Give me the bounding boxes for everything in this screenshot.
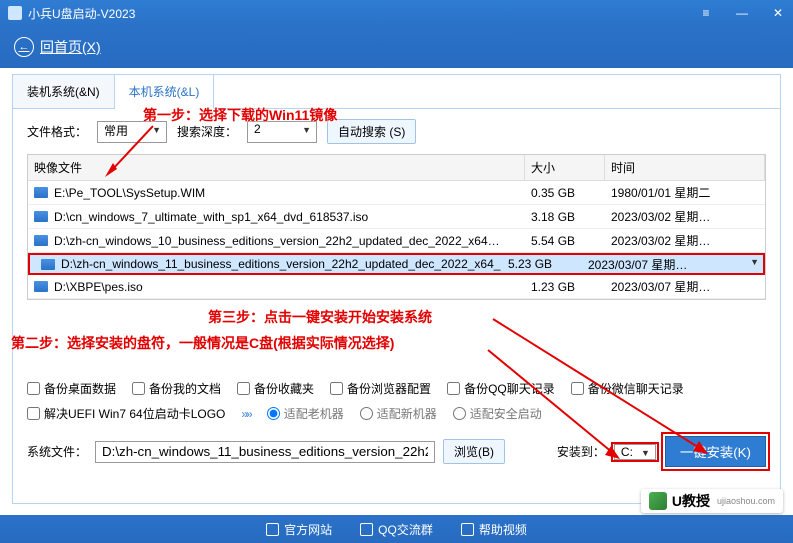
settings-icon[interactable]: ≡ xyxy=(699,6,713,20)
browse-button[interactable]: 浏览(B) xyxy=(443,439,505,464)
watermark-icon xyxy=(649,492,667,510)
chk-backup-fav[interactable]: 备份收藏夹 xyxy=(237,380,314,397)
disk-icon xyxy=(41,259,55,270)
annotation-step2: 第二步：选择安装的盘符，一般情况是C盘(根据实际情况选择) xyxy=(11,333,394,353)
watermark: U教授 ujiaoshou.com xyxy=(641,489,783,513)
tab-local-system[interactable]: 本机系统(&L) xyxy=(115,75,215,109)
disk-icon xyxy=(34,235,48,246)
filter-row: 文件格式： 常用 搜索深度： 2 自动搜索 (S) xyxy=(13,109,780,154)
depth-label: 搜索深度： xyxy=(177,123,237,140)
table-header: 映像文件 大小 时间 xyxy=(28,155,765,181)
footer-bar: 官方网站 QQ交流群 帮助视频 xyxy=(0,515,793,543)
footer-help-video[interactable]: 帮助视频 xyxy=(461,521,527,538)
col-size: 大小 xyxy=(525,155,605,180)
footer-qq-group[interactable]: QQ交流群 xyxy=(360,521,433,538)
footer-website[interactable]: 官方网站 xyxy=(266,521,332,538)
sysfile-input[interactable] xyxy=(95,441,435,463)
col-time: 时间 xyxy=(605,155,765,180)
format-select[interactable]: 常用 xyxy=(97,121,167,143)
install-button[interactable]: 一键安装(K) xyxy=(665,436,766,467)
image-table: 映像文件 大小 时间 E:\Pe_TOOL\SysSetup.WIM 0.35 … xyxy=(27,154,766,300)
table-row[interactable]: E:\Pe_TOOL\SysSetup.WIM 0.35 GB 1980/01/… xyxy=(28,181,765,205)
format-label: 文件格式： xyxy=(27,123,87,140)
radio-new-machine[interactable]: 适配新机器 xyxy=(360,405,437,422)
disk-icon xyxy=(34,187,48,198)
radio-secure-boot[interactable]: 适配安全启动 xyxy=(453,405,542,422)
window-titlebar: 小兵U盘启动-V2023 ≡ — ✕ xyxy=(0,0,793,26)
table-row-selected[interactable]: D:\zh-cn_windows_11_business_editions_ve… xyxy=(28,253,765,275)
tab-install-system[interactable]: 装机系统(&N) xyxy=(13,75,115,108)
drive-select[interactable]: C: xyxy=(614,444,656,460)
video-icon xyxy=(461,523,474,536)
table-row[interactable]: D:\XBPE\pes.iso 1.23 GB 2023/03/07 星期… xyxy=(28,275,765,299)
main-panel: 装机系统(&N) 本机系统(&L) 第一步：选择下载的Win11镜像 文件格式：… xyxy=(12,74,781,504)
chk-backup-docs[interactable]: 备份我的文档 xyxy=(132,380,221,397)
chk-backup-qq[interactable]: 备份QQ聊天记录 xyxy=(447,380,555,397)
options-area: 备份桌面数据 备份我的文档 备份收藏夹 备份浏览器配置 备份QQ聊天记录 备份微… xyxy=(13,370,780,436)
annotation-step3: 第三步：点击一键安装开始安装系统 xyxy=(208,307,432,327)
tab-strip: 装机系统(&N) 本机系统(&L) xyxy=(13,75,780,109)
col-image-file: 映像文件 xyxy=(28,155,525,180)
table-row[interactable]: D:\cn_windows_7_ultimate_with_sp1_x64_dv… xyxy=(28,205,765,229)
minimize-icon[interactable]: — xyxy=(735,6,749,20)
chk-uefi-fix[interactable]: 解决UEFI Win7 64位启动卡LOGO xyxy=(27,405,225,422)
chk-backup-wechat[interactable]: 备份微信聊天记录 xyxy=(571,380,684,397)
chevron-right-icon: »» xyxy=(241,407,250,421)
table-row[interactable]: D:\zh-cn_windows_10_business_editions_ve… xyxy=(28,229,765,253)
close-icon[interactable]: ✕ xyxy=(771,6,785,20)
app-icon xyxy=(8,6,22,20)
back-home-link[interactable]: ← 回首页(X) xyxy=(14,37,101,57)
window-title: 小兵U盘启动-V2023 xyxy=(28,5,135,22)
disk-icon xyxy=(34,211,48,222)
chk-backup-desktop[interactable]: 备份桌面数据 xyxy=(27,380,116,397)
radio-old-machine[interactable]: 适配老机器 xyxy=(267,405,344,422)
install-to-label: 安装到： xyxy=(557,443,605,460)
sysfile-label: 系统文件： xyxy=(27,443,87,460)
qq-icon xyxy=(360,523,373,536)
auto-search-button[interactable]: 自动搜索 (S) xyxy=(327,119,416,144)
back-label: 回首页(X) xyxy=(40,37,101,57)
toolbar: ← 回首页(X) xyxy=(0,26,793,68)
back-arrow-icon: ← xyxy=(14,37,34,57)
depth-select[interactable]: 2 xyxy=(247,121,317,143)
globe-icon xyxy=(266,523,279,536)
disk-icon xyxy=(34,281,48,292)
chk-backup-browser[interactable]: 备份浏览器配置 xyxy=(330,380,431,397)
action-row: 系统文件： 浏览(B) 安装到： C: 一键安装(K) xyxy=(13,436,780,477)
